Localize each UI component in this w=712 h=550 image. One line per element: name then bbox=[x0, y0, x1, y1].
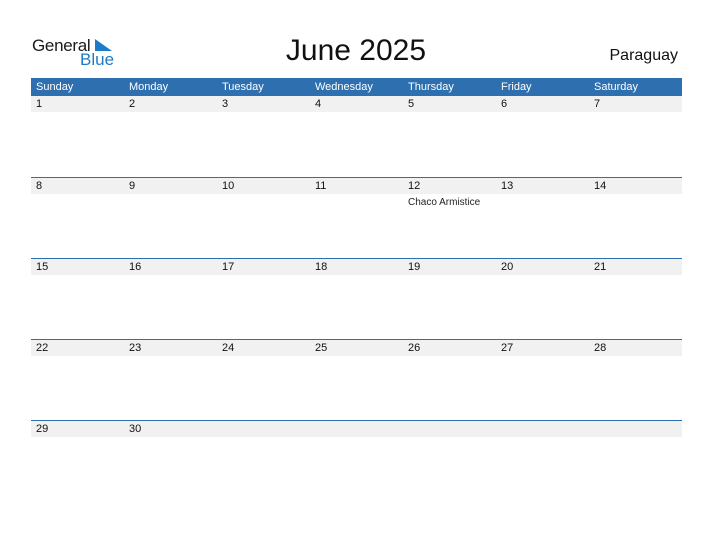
day-cell[interactable]: 17 bbox=[217, 259, 310, 275]
calendar-title: June 2025 bbox=[285, 34, 427, 67]
week-row-1: 1 2 3 4 5 6 7 bbox=[31, 96, 682, 112]
day-cell[interactable]: 30 bbox=[124, 421, 217, 437]
weekday-thursday: Thursday bbox=[408, 81, 454, 93]
day-cell[interactable]: 3 bbox=[217, 96, 310, 112]
day-cell[interactable]: 18 bbox=[310, 259, 403, 275]
day-cell bbox=[403, 421, 496, 437]
day-cell bbox=[310, 421, 403, 437]
day-cell[interactable]: 16 bbox=[124, 259, 217, 275]
week-row-2: 8 9 10 11 12 Chaco Armistice 13 14 bbox=[31, 177, 682, 208]
weekday-saturday: Saturday bbox=[594, 81, 639, 93]
day-cell[interactable]: 27 bbox=[496, 340, 589, 356]
week-row-5: 29 30 bbox=[31, 420, 682, 437]
weekday-header: Sunday Monday Tuesday Wednesday Thursday… bbox=[31, 78, 682, 96]
weekday-monday: Monday bbox=[129, 81, 169, 93]
day-cell[interactable]: 6 bbox=[496, 96, 589, 112]
day-cell[interactable]: 9 bbox=[124, 178, 217, 194]
day-cell[interactable]: 8 bbox=[31, 178, 124, 194]
day-cell[interactable]: 14 bbox=[589, 178, 682, 194]
day-cell[interactable]: 4 bbox=[310, 96, 403, 112]
day-cell[interactable]: 29 bbox=[31, 421, 124, 437]
day-cell[interactable]: 25 bbox=[310, 340, 403, 356]
day-cell[interactable]: 11 bbox=[310, 178, 403, 194]
week-row-4: 22 23 24 25 26 27 28 bbox=[31, 339, 682, 356]
day-cell bbox=[496, 421, 589, 437]
weekday-tuesday: Tuesday bbox=[222, 81, 264, 93]
day-cell bbox=[589, 421, 682, 437]
day-cell[interactable]: 13 bbox=[496, 178, 589, 194]
holiday-event: Chaco Armistice bbox=[408, 197, 481, 208]
day-cell[interactable]: 22 bbox=[31, 340, 124, 356]
day-cell[interactable]: 7 bbox=[589, 96, 682, 112]
day-cell[interactable]: 5 bbox=[403, 96, 496, 112]
week-row-3: 15 16 17 18 19 20 21 bbox=[31, 258, 682, 275]
day-cell[interactable]: 1 bbox=[31, 96, 124, 112]
day-cell[interactable]: 26 bbox=[403, 340, 496, 356]
day-cell[interactable]: 20 bbox=[496, 259, 589, 275]
day-number: 12 bbox=[408, 180, 421, 192]
day-cell[interactable]: 15 bbox=[31, 259, 124, 275]
day-cell[interactable]: 19 bbox=[403, 259, 496, 275]
day-cell[interactable]: 23 bbox=[124, 340, 217, 356]
day-cell-with-event[interactable]: 12 Chaco Armistice bbox=[403, 178, 496, 208]
day-cell bbox=[217, 421, 310, 437]
day-cell[interactable]: 21 bbox=[589, 259, 682, 275]
weekday-sunday: Sunday bbox=[36, 81, 74, 93]
day-cell[interactable]: 24 bbox=[217, 340, 310, 356]
weekday-friday: Friday bbox=[501, 81, 532, 93]
weekday-wednesday: Wednesday bbox=[315, 81, 373, 93]
country-label: Paraguay bbox=[609, 47, 679, 64]
day-cell[interactable]: 10 bbox=[217, 178, 310, 194]
day-cell[interactable]: 28 bbox=[589, 340, 682, 356]
day-cell[interactable]: 2 bbox=[124, 96, 217, 112]
